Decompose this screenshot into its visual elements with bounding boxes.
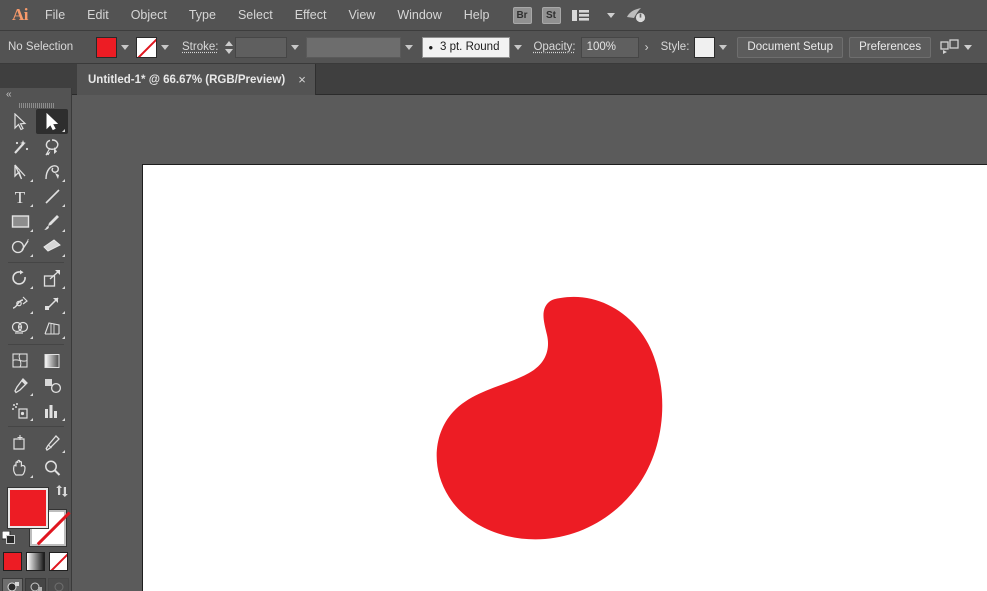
control-bar: No Selection Stroke: • 3 pt. Round Opaci… [0, 31, 987, 64]
default-fill-stroke-icon[interactable] [2, 531, 15, 544]
swap-fill-stroke-icon[interactable] [55, 484, 69, 498]
width-tool[interactable] [4, 291, 36, 316]
red-bean-shape[interactable] [423, 295, 683, 550]
fill-dropdown-chevron-icon[interactable] [117, 37, 132, 58]
stroke-weight-stepper[interactable] [223, 37, 235, 58]
mesh-tool[interactable] [4, 348, 36, 373]
shape-builder-tool[interactable] [4, 316, 36, 341]
app-logo: Ai [0, 0, 34, 31]
document-tab-title: Untitled-1* @ 66.67% (RGB/Preview) [88, 74, 285, 86]
paintbrush-tool[interactable] [36, 209, 68, 234]
graphic-style-chevron-icon[interactable] [715, 37, 730, 58]
tools-panel: « [0, 88, 72, 591]
stroke-weight-label: Stroke: [182, 41, 218, 53]
curvature-tool[interactable] [36, 159, 68, 184]
selection-status: No Selection [8, 41, 90, 53]
color-mode-button[interactable] [3, 552, 22, 571]
menu-edit[interactable]: Edit [76, 0, 120, 31]
line-segment-tool[interactable] [36, 184, 68, 209]
color-mode-row [0, 552, 71, 571]
arrange-documents-icon[interactable] [571, 8, 593, 23]
symbol-sprayer-tool[interactable] [4, 398, 36, 423]
stroke-color-swatch[interactable] [136, 37, 157, 58]
menu-object[interactable]: Object [120, 0, 178, 31]
width-profile-dropdown[interactable] [306, 37, 401, 58]
style-label: Style: [661, 41, 690, 53]
draw-normal-mode-button[interactable] [2, 578, 23, 591]
brush-definition-value: 3 pt. Round [440, 41, 499, 53]
menu-items: File Edit Object Type Select Effect View… [34, 0, 501, 31]
document-tab[interactable]: Untitled-1* @ 66.67% (RGB/Preview) × [77, 64, 316, 95]
eyedropper-tool[interactable] [4, 373, 36, 398]
blend-tool[interactable] [36, 373, 68, 398]
bridge-button[interactable]: Br [513, 7, 532, 24]
draw-inside-mode-button[interactable] [48, 578, 69, 591]
fill-swatch[interactable] [8, 488, 48, 528]
hand-tool[interactable] [4, 455, 36, 480]
draw-behind-mode-button[interactable] [25, 578, 46, 591]
rectangle-tool[interactable] [4, 209, 36, 234]
none-mode-button[interactable] [49, 552, 68, 571]
selection-tool[interactable] [4, 109, 36, 134]
tool-separator [8, 426, 64, 427]
menu-type[interactable]: Type [178, 0, 227, 31]
slice-tool[interactable] [36, 430, 68, 455]
opacity-options-arrow-icon[interactable]: › [639, 37, 655, 58]
zoom-tool[interactable] [36, 455, 68, 480]
draw-mode-row [0, 578, 71, 591]
menu-file[interactable]: File [34, 0, 76, 31]
brush-definition-chevron-icon[interactable] [510, 37, 525, 58]
document-tab-bar: Untitled-1* @ 66.67% (RGB/Preview) × [0, 64, 987, 95]
stroke-dropdown-chevron-icon[interactable] [157, 37, 172, 58]
menu-help[interactable]: Help [453, 0, 501, 31]
direct-selection-tool[interactable] [36, 109, 68, 134]
type-tool[interactable]: T [4, 184, 36, 209]
menu-select[interactable]: Select [227, 0, 284, 31]
opacity-label: Opacity: [533, 41, 575, 53]
shaper-tool[interactable] [4, 234, 36, 259]
opacity-input[interactable]: 100% [581, 37, 639, 58]
artboard[interactable] [142, 164, 987, 591]
document-setup-button[interactable]: Document Setup [737, 37, 843, 58]
close-icon[interactable]: × [298, 73, 306, 86]
eraser-tool[interactable] [36, 234, 68, 259]
tool-separator [8, 344, 64, 345]
rotate-tool[interactable] [4, 266, 36, 291]
menu-effect[interactable]: Effect [284, 0, 338, 31]
canvas-area[interactable] [72, 95, 987, 591]
illustrator-window: Ai File Edit Object Type Select Effect V… [0, 0, 987, 591]
search-icon[interactable] [625, 6, 647, 24]
tool-grid: T [0, 109, 72, 480]
stroke-weight-input[interactable] [235, 37, 287, 58]
arrange-chevron-down-icon[interactable] [607, 13, 615, 18]
panel-options-chevron-icon[interactable] [964, 45, 972, 50]
menu-bar-right: Br St [513, 6, 647, 24]
stroke-weight-chevron-icon[interactable] [287, 37, 302, 58]
graphic-style-swatch[interactable] [694, 37, 715, 58]
preferences-button[interactable]: Preferences [849, 37, 931, 58]
magic-wand-tool[interactable] [4, 134, 36, 159]
menu-bar: Ai File Edit Object Type Select Effect V… [0, 0, 987, 31]
brush-definition-dropdown[interactable]: • 3 pt. Round [422, 37, 510, 58]
width-profile-chevron-icon[interactable] [401, 37, 416, 58]
align-transform-icon[interactable] [940, 39, 960, 55]
menu-window[interactable]: Window [386, 0, 452, 31]
pen-tool[interactable] [4, 159, 36, 184]
panel-drag-handle[interactable] [0, 101, 72, 109]
perspective-grid-tool[interactable] [36, 316, 68, 341]
scale-tool[interactable] [36, 266, 68, 291]
fill-color-swatch[interactable] [96, 37, 117, 58]
menu-view[interactable]: View [337, 0, 386, 31]
fill-stroke-controls [0, 484, 72, 546]
gradient-tool[interactable] [36, 348, 68, 373]
collapse-panel-icon[interactable]: « [0, 88, 72, 101]
stock-button[interactable]: St [542, 7, 561, 24]
lasso-tool[interactable] [36, 134, 68, 159]
column-graph-tool[interactable] [36, 398, 68, 423]
artboard-tool[interactable] [4, 430, 36, 455]
svg-text:T: T [15, 188, 26, 206]
tool-separator [8, 262, 64, 263]
free-transform-tool[interactable] [36, 291, 68, 316]
gradient-mode-button[interactable] [26, 552, 45, 571]
